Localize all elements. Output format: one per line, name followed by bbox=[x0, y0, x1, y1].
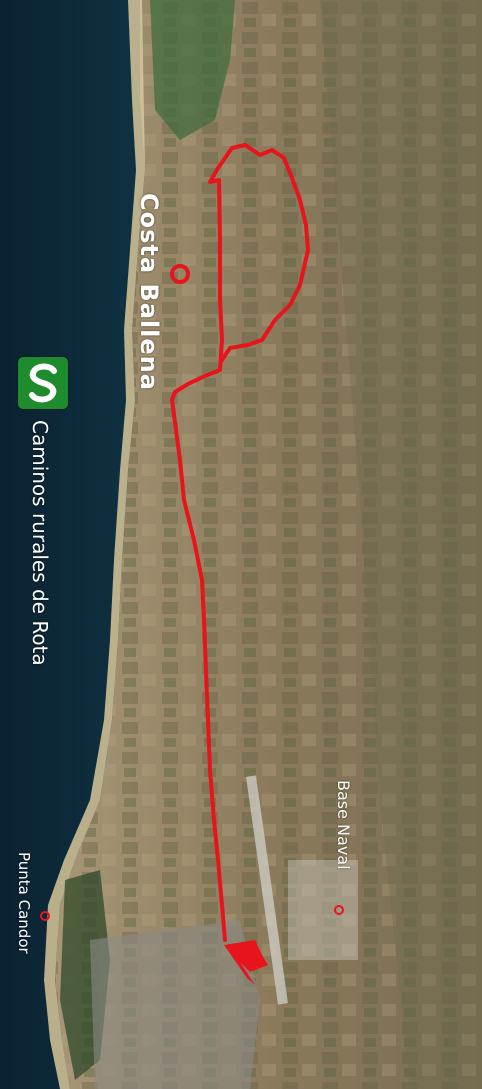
base-naval-label: Base Naval bbox=[334, 780, 353, 870]
logo-icon bbox=[18, 357, 68, 409]
route-line[interactable] bbox=[170, 143, 310, 942]
location-marker-icon[interactable] bbox=[40, 911, 50, 921]
punta-candor-label: Punta Candor bbox=[15, 852, 33, 954]
costa-ballena-label: Costa Ballena bbox=[135, 193, 163, 391]
location-marker-icon[interactable] bbox=[334, 905, 344, 915]
caminos-rurales-label: Caminos rurales de Rota bbox=[28, 420, 52, 666]
route-overlay bbox=[40, 143, 344, 985]
start-flag-icon[interactable] bbox=[224, 940, 268, 985]
map-canvas[interactable]: Costa Ballena Caminos rurales de Rota Ba… bbox=[0, 0, 482, 1089]
location-marker-icon[interactable] bbox=[170, 264, 190, 284]
